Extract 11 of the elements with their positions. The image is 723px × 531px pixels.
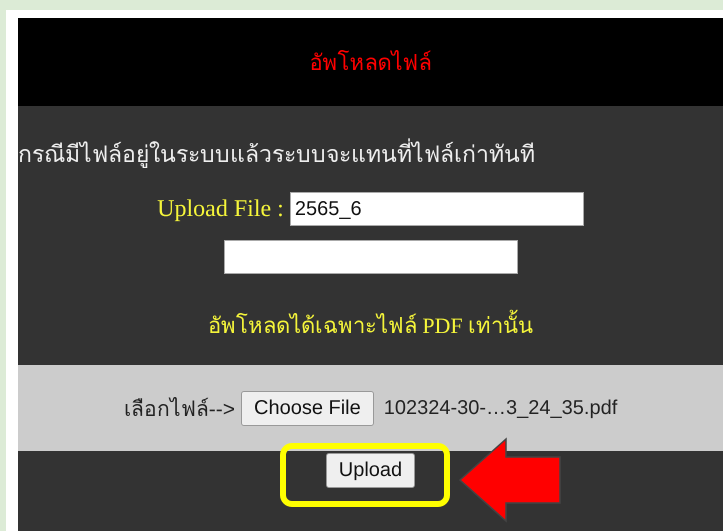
replace-notice: กรณีมีไฟล์อยู่ในระบบแล้วระบบจะแทนที่ไฟล์เก่าทันที	[18, 106, 723, 172]
upload-button[interactable]: Upload	[326, 453, 416, 488]
page-title: อัพโหลดไฟล์	[310, 49, 432, 78]
upload-file-label: Upload File :	[157, 196, 284, 222]
arrow-icon	[458, 437, 562, 523]
input-field[interactable]	[224, 240, 518, 274]
choose-file-label: เลือกไฟล์-->	[124, 396, 235, 422]
choose-file-button[interactable]: Choose File	[241, 390, 374, 426]
file-name: 102324-30-…3_24_35.pdf	[384, 396, 618, 420]
upload-file-field[interactable]: 2565_6	[290, 192, 584, 226]
pdf-only-note: อัพโหลดได้เฉพาะไฟล์ PDF เท่านั้น	[208, 308, 534, 343]
